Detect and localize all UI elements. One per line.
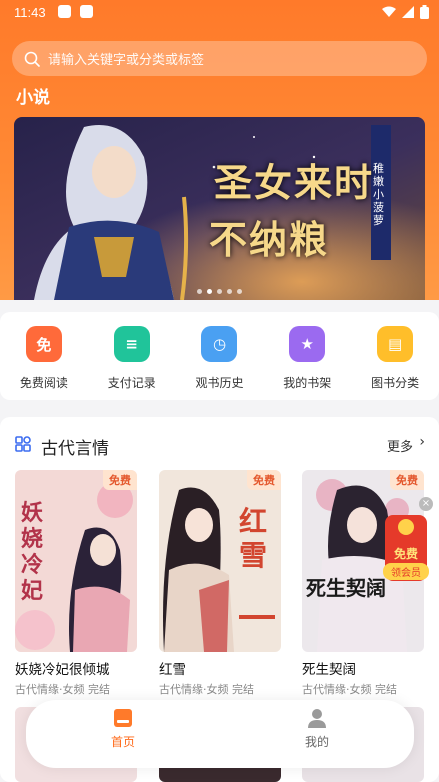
quick-action-free-read[interactable]: 免 免费阅读 [0, 312, 88, 400]
bookshelf-icon: ★ [289, 326, 326, 362]
free-badge: 免费 [390, 470, 424, 490]
notification-icon [80, 5, 93, 18]
carousel-dot[interactable] [217, 289, 222, 294]
status-bar: 11:43 [0, 0, 439, 28]
free-read-icon: 免 [25, 326, 62, 362]
notification-icon [58, 5, 71, 18]
free-badge: 免费 [103, 470, 137, 490]
section-title: 古代言情 [41, 439, 109, 459]
book-cover[interactable]: 红雪 免费 [159, 470, 281, 652]
carousel-dot[interactable] [237, 289, 242, 294]
quick-action-label: 免费阅读 [19, 376, 68, 390]
carousel-dot[interactable] [227, 289, 232, 294]
search-placeholder: 请输入关键字或分类或标签 [48, 53, 205, 68]
cover-title: 死生契阔 [306, 576, 386, 600]
bottom-tab-bar: 首页 我的 [26, 700, 414, 768]
book-meta: 古代情缘·女频 完结 [302, 683, 397, 696]
search-bar[interactable]: 请输入关键字或分类或标签 [12, 41, 427, 76]
close-icon[interactable]: × [419, 497, 433, 511]
free-badge: 免费 [247, 470, 281, 490]
user-icon [308, 709, 326, 728]
carousel-dot[interactable] [197, 289, 202, 294]
quick-action-history[interactable]: ◷ 观书历史 [176, 312, 264, 400]
wifi-icon [382, 6, 396, 17]
promo-line1: 免费 [393, 547, 418, 561]
promo-line2: 领会员 [383, 563, 429, 580]
more-link[interactable]: 更多 [387, 436, 413, 455]
quick-actions: 免 免费阅读 ≡ 支付记录 ◷ 观书历史 ★ 我的书架 ▤ 图书分类 [0, 312, 439, 400]
quick-action-label: 我的书架 [283, 376, 332, 390]
carousel-indicator[interactable] [14, 289, 425, 294]
signal-icon [402, 6, 414, 18]
banner-title-line1: 圣女来时 [214, 160, 375, 205]
book-title[interactable]: 妖娆冷妃很倾城 [15, 658, 137, 678]
quick-action-payment-record[interactable]: ≡ 支付记录 [88, 312, 176, 400]
quick-action-bookshelf[interactable]: ★ 我的书架 [263, 312, 351, 400]
quick-action-category[interactable]: ▤ 图书分类 [351, 312, 439, 400]
book-meta: 古代情缘·女频 完结 [159, 683, 254, 696]
cover-title: 妖娆冷妃 [21, 500, 44, 604]
tab-label: 首页 [110, 735, 135, 749]
category-book-icon: ▤ [377, 326, 414, 362]
promo-red-envelope[interactable]: × 免费 领会员 [383, 497, 433, 587]
quick-action-label: 观书历史 [195, 376, 244, 390]
quick-action-label: 图书分类 [371, 376, 420, 390]
banner-author: 稚嫩小菠萝 [373, 162, 384, 227]
tab-home[interactable]: 首页 [26, 700, 220, 768]
payment-record-icon: ≡ [113, 326, 150, 362]
book-cover[interactable]: 妖娆冷妃 免费 [15, 470, 137, 652]
search-icon [24, 51, 40, 67]
book-card[interactable]: 红雪 免费 红雪 古代情缘·女频 完结 [159, 470, 281, 697]
page-title: 小说 [16, 88, 50, 108]
quick-action-label: 支付记录 [107, 376, 156, 390]
status-time: 11:43 [14, 5, 46, 20]
banner-carousel[interactable]: 圣女来时 不纳粮 稚嫩小菠萝 [14, 117, 425, 300]
book-title[interactable]: 死生契阔 [302, 658, 424, 678]
carousel-dot[interactable] [207, 289, 212, 294]
book-title[interactable]: 红雪 [159, 658, 281, 678]
book-card[interactable]: 妖娆冷妃 免费 妖娆冷妃很倾城 古代情缘·女频 完结 [15, 470, 137, 697]
cover-title: 红雪 [239, 505, 268, 572]
history-clock-icon: ◷ [201, 326, 238, 362]
section-header: 古代言情 更多 › [0, 417, 439, 471]
chevron-right-icon[interactable]: › [419, 434, 425, 450]
book-meta: 古代情缘·女频 完结 [15, 683, 110, 696]
grid-icon [15, 436, 31, 452]
book-icon [114, 709, 132, 727]
banner-title-line2: 不纳粮 [209, 217, 330, 262]
tab-label: 我的 [304, 735, 329, 749]
battery-icon [420, 5, 429, 19]
tab-mine[interactable]: 我的 [220, 700, 414, 768]
